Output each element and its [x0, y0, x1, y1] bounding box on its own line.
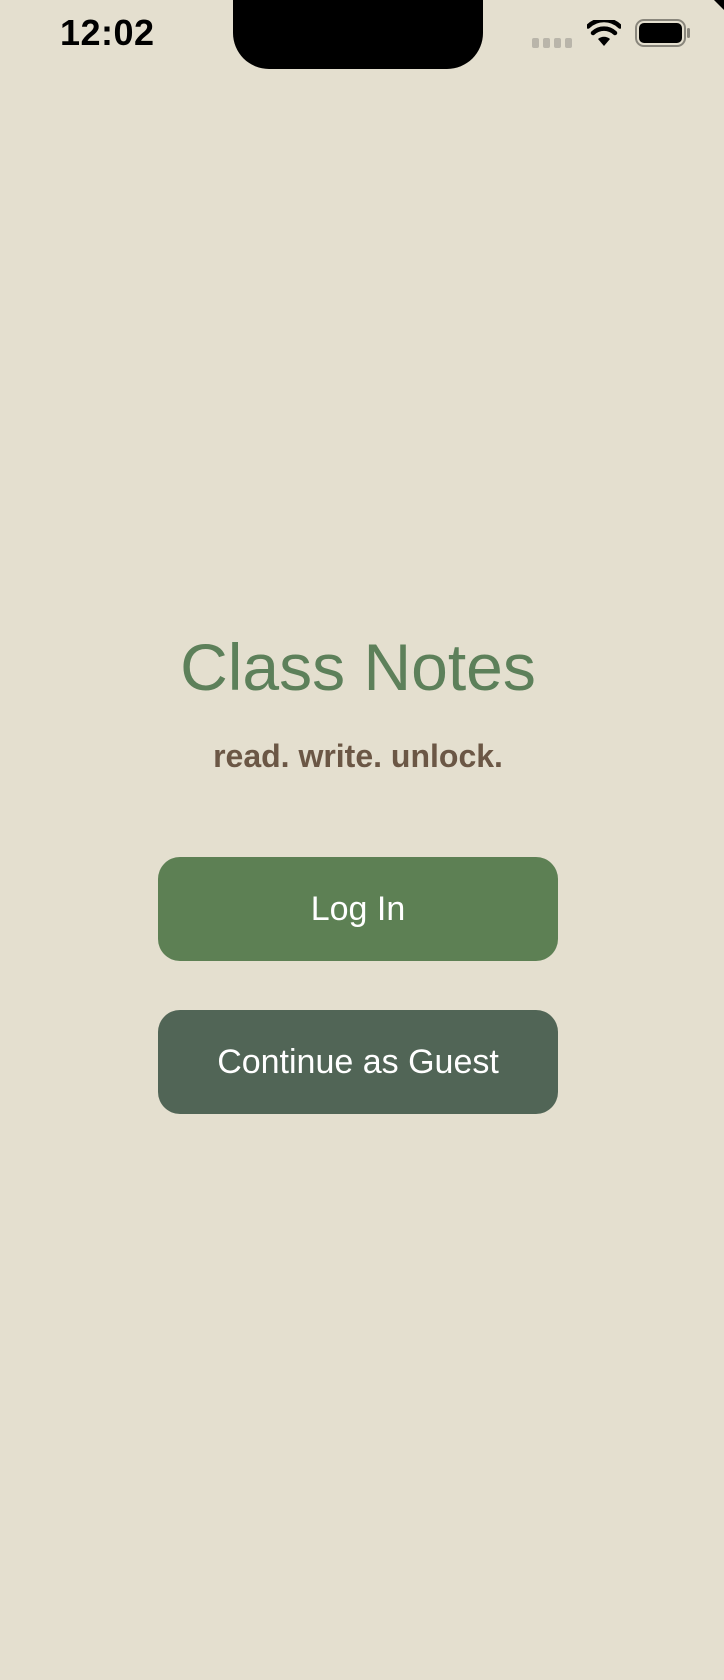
battery-icon — [635, 19, 690, 47]
dynamic-island — [233, 0, 483, 69]
corner-mark — [714, 0, 724, 10]
status-bar: 12:02 — [0, 0, 724, 70]
login-button[interactable]: Log In — [158, 857, 558, 961]
continue-as-guest-button[interactable]: Continue as Guest — [158, 1010, 558, 1114]
continue-as-guest-button-label: Continue as Guest — [217, 1042, 499, 1081]
app-tagline: read. write. unlock. — [213, 738, 503, 774]
status-time: 12:02 — [60, 12, 155, 53]
wifi-icon — [587, 20, 621, 46]
login-button-label: Log In — [310, 889, 406, 928]
cellular-signal-icon — [532, 38, 572, 48]
app-title: Class Notes — [180, 630, 536, 704]
